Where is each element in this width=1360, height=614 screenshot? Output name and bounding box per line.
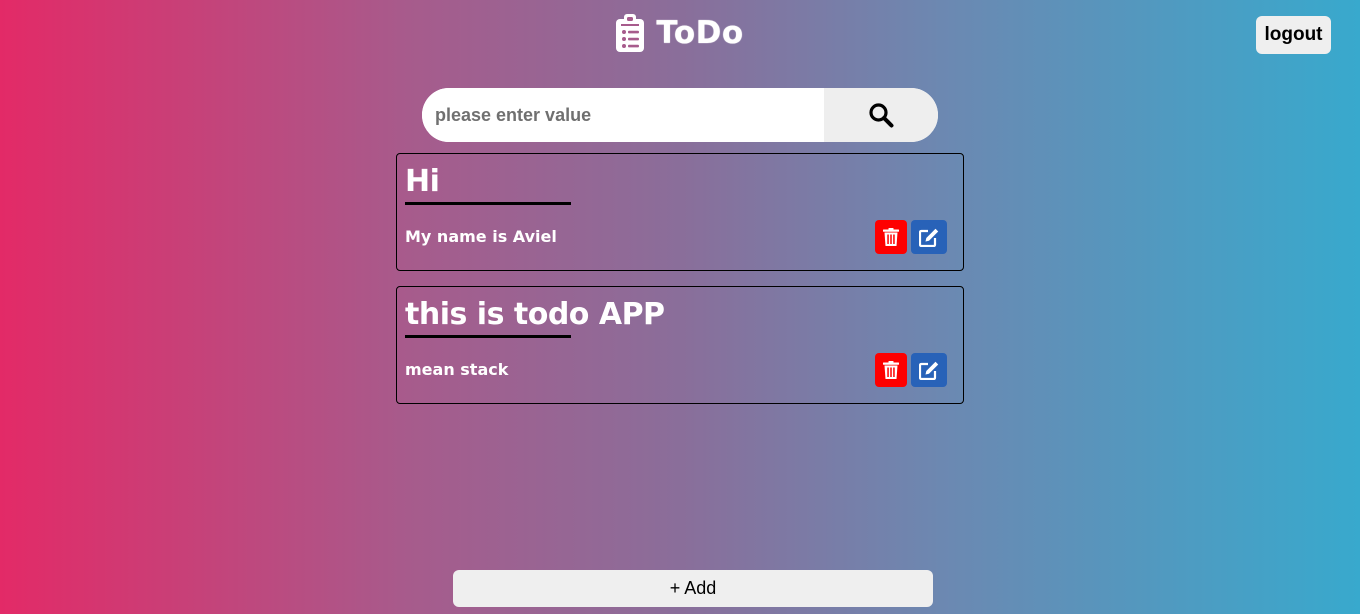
title-underline [405, 202, 571, 205]
delete-button[interactable] [875, 220, 907, 254]
todo-card: this is todo APP mean stack [396, 286, 964, 404]
edit-icon [919, 361, 939, 380]
title-underline [405, 335, 571, 338]
app-title: ToDo [656, 15, 744, 51]
todo-title: this is todo APP [405, 297, 665, 332]
search-input[interactable] [422, 88, 824, 142]
app-header: ToDo [0, 14, 1360, 52]
search-icon [869, 103, 894, 128]
todo-card: Hi My name is Aviel [396, 153, 964, 271]
edit-icon [919, 228, 939, 247]
trash-icon [883, 228, 899, 246]
edit-button[interactable] [911, 220, 947, 254]
edit-button[interactable] [911, 353, 947, 387]
todo-title: Hi [405, 164, 440, 199]
todo-description: My name is Aviel [405, 227, 557, 246]
add-button[interactable]: + Add [453, 570, 933, 607]
search-bar [422, 88, 938, 142]
logout-button[interactable]: logout [1256, 16, 1331, 54]
clipboard-list-icon [616, 14, 645, 52]
trash-icon [883, 361, 899, 379]
todo-description: mean stack [405, 360, 509, 379]
todo-list: Hi My name is Aviel this is todo APP mea… [396, 153, 964, 419]
search-button[interactable] [824, 88, 938, 142]
delete-button[interactable] [875, 353, 907, 387]
